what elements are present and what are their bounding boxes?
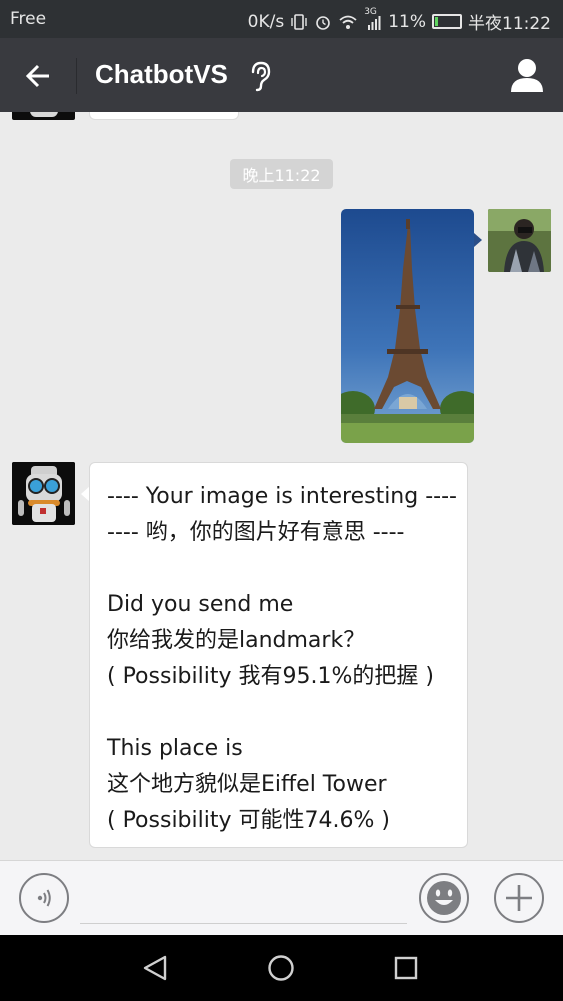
battery-fill [435,17,438,26]
signal-icon [368,15,381,30]
status-time: 半夜11:22 [468,14,551,34]
more-button[interactable] [494,873,544,923]
nav-recents-button[interactable] [391,953,421,983]
user-photo-icon [488,209,551,272]
image-message[interactable] [341,209,474,443]
battery-percent: 11% [388,11,426,32]
message-timestamp: 晚上11:22 [230,159,333,189]
wifi-icon [339,15,357,29]
voice-icon [37,889,51,907]
system-nav-bar [0,935,563,1001]
voice-button[interactable] [19,873,69,923]
chat-title: ChatbotVS [95,59,228,89]
message-input[interactable] [80,923,407,924]
emoji-button[interactable] [419,873,469,923]
bot-avatar-previous[interactable] [12,112,75,120]
eiffel-tower-photo [341,209,474,443]
reply-line: 你给我发的是landmark？ [107,628,366,653]
network-speed: 0K/s [247,11,285,32]
previous-message-bubble[interactable] [89,112,239,120]
robot-icon [30,112,58,117]
triangle-back-icon [143,955,167,981]
status-right-group: 0K/s 3G 11% 半夜11:22 [247,7,551,35]
back-button[interactable] [20,58,56,94]
ear-icon [251,61,271,92]
circle-home-icon [268,955,294,981]
chat-area[interactable]: 晚上11:22 ---- Your image is interesting -… [0,112,563,860]
reply-line [107,695,457,731]
reply-line: ---- 哟，你的图片好有意思 ---- [107,520,405,545]
nav-home-button[interactable] [266,953,296,983]
bot-reply-bubble[interactable]: ---- Your image is interesting ---- ----… [89,462,468,848]
reply-line [107,551,457,587]
signal-group: 3G [364,7,382,31]
reply-line: This place is [107,736,243,761]
plus-icon [506,885,532,911]
alarm-icon [316,15,331,30]
title-divider [76,58,77,94]
title-bar: ChatbotVS [0,38,563,112]
reply-line: ( Possibility 可能性74.6% ) [107,808,390,833]
user-avatar[interactable] [488,209,551,272]
status-bar: Free 0K/s 3G 11% 半夜11:22 [0,0,563,38]
image-message-tail [474,233,482,247]
battery-icon [432,14,462,29]
carrier-label: Free [10,9,47,29]
emoji-icon [427,881,461,915]
vibrate-icon [291,13,307,30]
reply-line: 这个地方貌似是Eiffel Tower [107,772,387,797]
reply-line: Did you send me [107,592,294,617]
nav-back-button[interactable] [140,953,170,983]
input-bar [0,860,563,935]
reply-line: ( Possibility 我有95.1%的把握 ) [107,664,434,689]
person-icon [511,59,543,92]
reply-line: ---- Your image is interesting ---- [107,484,457,509]
profile-button[interactable] [509,56,545,94]
square-recents-icon [394,956,418,980]
arrow-left-icon [25,64,49,88]
robot-icon [12,462,75,525]
bot-avatar[interactable] [12,462,75,525]
